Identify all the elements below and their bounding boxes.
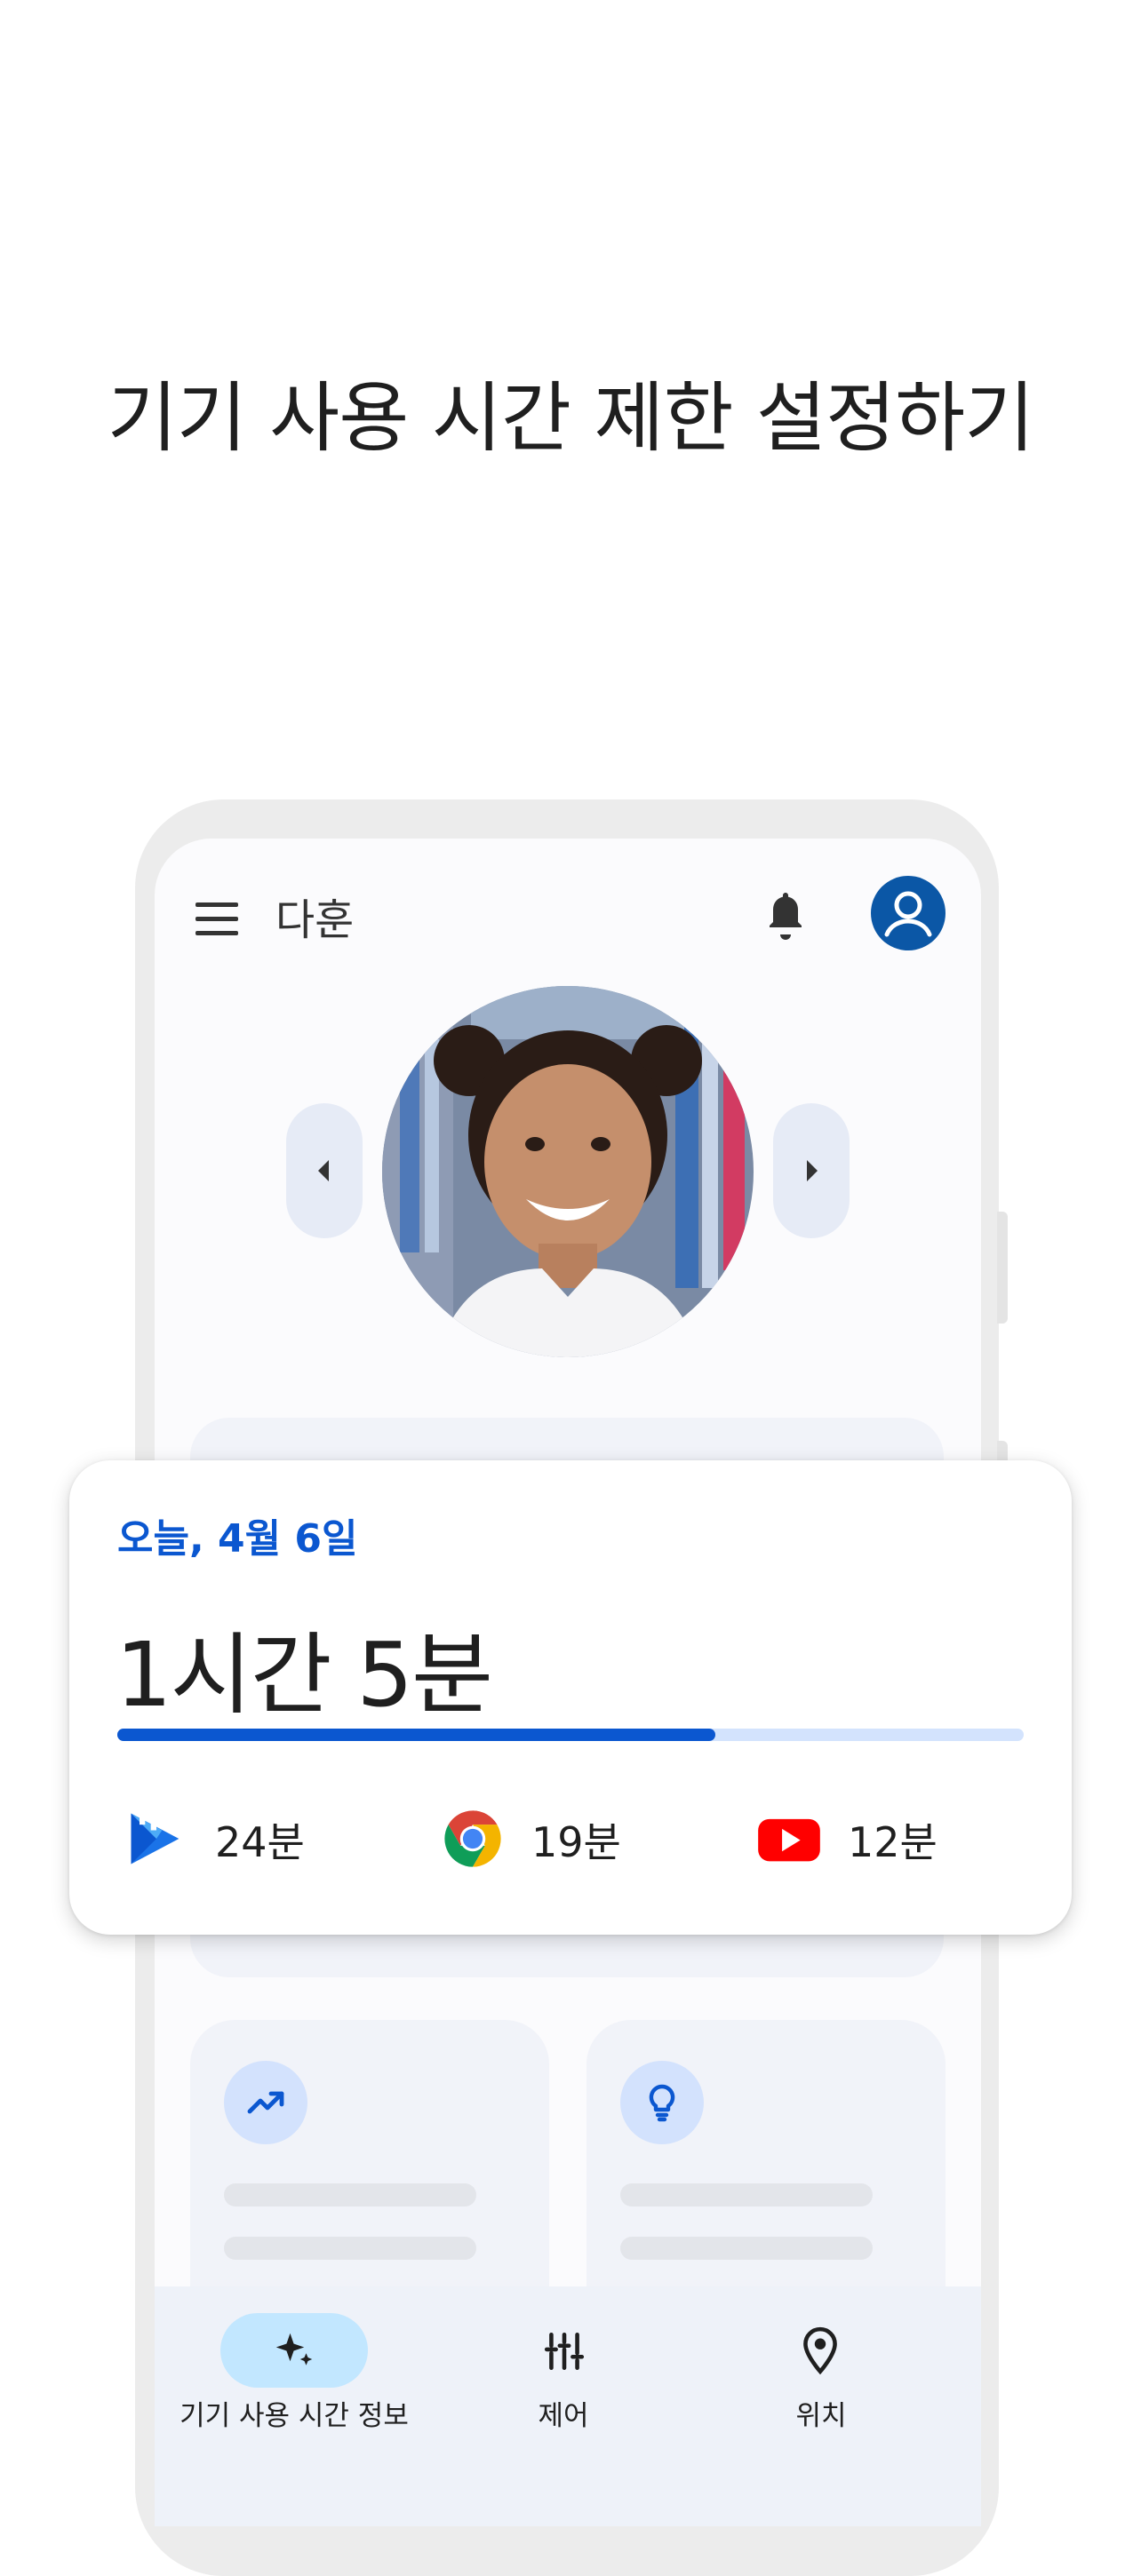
chevron-left-icon	[318, 1160, 329, 1181]
page-headline: 기기 사용 시간 제한 설정하기	[107, 374, 1035, 463]
app-usage-chrome[interactable]: 19분	[439, 1798, 706, 1878]
bell-icon[interactable]	[764, 888, 807, 942]
placeholder-line	[224, 2183, 476, 2206]
usage-progress-bar	[117, 1729, 1024, 1741]
nav-label: 위치	[795, 2400, 847, 2432]
total-usage-time: 1시간 5분	[116, 1623, 493, 1727]
child-name[interactable]: 다훈	[275, 885, 354, 947]
nav-label: 기기 사용 시간 정보	[180, 2400, 409, 2432]
app-usage-time: 12분	[848, 1818, 938, 1866]
placeholder-line	[620, 2237, 873, 2260]
tune-icon	[544, 2332, 585, 2371]
placeholder-line	[620, 2183, 873, 2206]
previous-child-button[interactable]	[286, 1103, 363, 1238]
lightbulb-icon	[620, 2061, 704, 2144]
google-play-icon	[131, 1813, 180, 1864]
app-usage-youtube[interactable]: 12분	[755, 1798, 1022, 1878]
next-child-button[interactable]	[773, 1103, 850, 1238]
bottom-navigation: 기기 사용 시간 정보 제어 위치	[155, 2286, 981, 2526]
placeholder-line	[224, 2237, 476, 2260]
app-usage-time: 24분	[215, 1818, 305, 1866]
account-icon[interactable]	[871, 876, 946, 950]
sparkle-icon	[275, 2333, 313, 2365]
nav-label: 제어	[538, 2400, 589, 2432]
phone-side-button	[997, 1212, 1008, 1324]
child-avatar	[382, 986, 754, 1357]
chevron-right-icon	[807, 1160, 818, 1181]
trending-up-icon	[224, 2061, 307, 2144]
nav-item-screen-time[interactable]: 기기 사용 시간 정보	[155, 2286, 434, 2464]
location-pin-icon	[803, 2326, 837, 2375]
youtube-icon	[758, 1818, 820, 1862]
app-usage-time: 19분	[531, 1818, 621, 1866]
daily-usage-summary-card[interactable]: 오늘, 4월 6일 1시간 5분 24분 19분 12분	[69, 1460, 1072, 1935]
nav-item-location[interactable]: 위치	[706, 2286, 937, 2464]
chrome-icon	[444, 1810, 501, 1867]
usage-progress-fill	[117, 1729, 716, 1741]
app-usage-play[interactable]: 24분	[123, 1798, 389, 1878]
app-bar: 다훈	[155, 839, 981, 990]
nav-item-controls[interactable]: 제어	[448, 2286, 679, 2464]
usage-date: 오늘, 4월 6일	[117, 1516, 358, 1562]
menu-icon[interactable]	[195, 902, 238, 935]
